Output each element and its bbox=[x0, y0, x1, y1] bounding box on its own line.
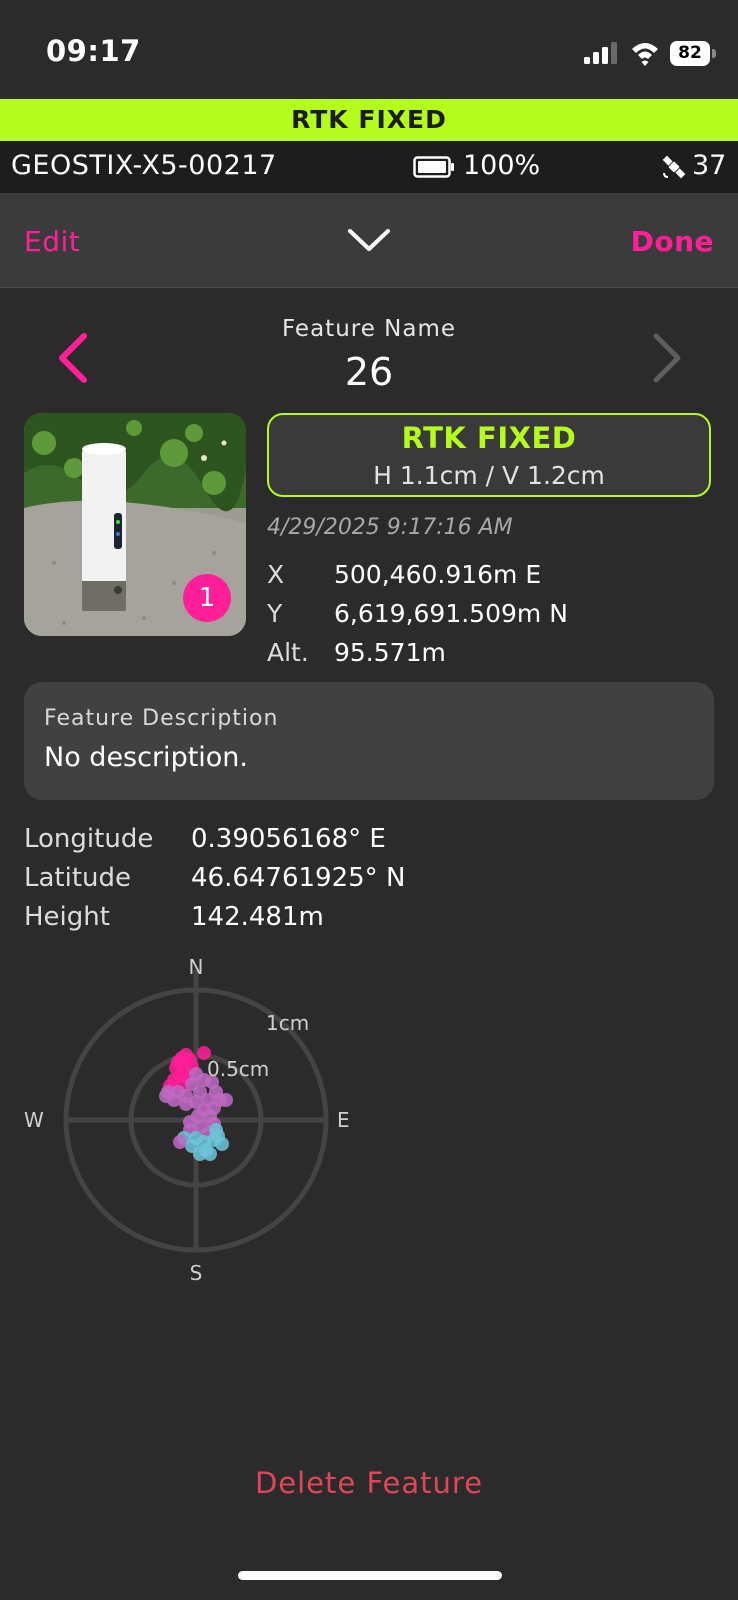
coord-y-label: Y bbox=[267, 599, 283, 628]
chevron-down-icon[interactable] bbox=[346, 223, 392, 257]
height-label: Height bbox=[24, 902, 110, 932]
home-indicator[interactable] bbox=[238, 1571, 502, 1580]
inner-ring-label: 0.5cm bbox=[207, 1057, 269, 1081]
delete-feature-button[interactable]: Delete Feature bbox=[0, 1466, 738, 1500]
status-time: 09:17 bbox=[46, 34, 141, 68]
feature-description-box[interactable]: Feature Description No description. bbox=[24, 682, 714, 800]
next-feature-chevron-icon[interactable] bbox=[648, 330, 688, 386]
fix-status-banner: RTK FIXED bbox=[0, 99, 738, 141]
accuracy-text: H 1.1cm / V 1.2cm bbox=[373, 461, 605, 490]
description-text: No description. bbox=[44, 742, 249, 773]
coord-alt-value: 95.571m bbox=[334, 638, 446, 667]
scatter-point bbox=[183, 1115, 197, 1129]
precision-scatter-plot: N S E W 1cm 0.5cm bbox=[24, 955, 350, 1285]
coord-alt-label: Alt. bbox=[267, 638, 309, 667]
coord-x-label: X bbox=[267, 560, 285, 589]
compass-west: W bbox=[24, 1108, 44, 1132]
fix-quality-box: RTK FIXED H 1.1cm / V 1.2cm bbox=[267, 413, 711, 497]
scatter-point bbox=[219, 1093, 233, 1107]
feature-name-label: Feature Name bbox=[281, 316, 457, 342]
satellite-icon bbox=[662, 155, 686, 179]
satellite-count: 37 bbox=[692, 150, 727, 181]
nav-bar: Edit Done bbox=[0, 193, 738, 288]
coord-x-value: 500,460.916m E bbox=[334, 560, 542, 589]
compass-south: S bbox=[190, 1261, 203, 1285]
longitude-value: 0.39056168° E bbox=[191, 824, 386, 854]
capture-timestamp: 4/29/2025 9:17:16 AM bbox=[267, 515, 513, 540]
fix-quality-label: RTK FIXED bbox=[401, 421, 577, 455]
scatter-point bbox=[161, 1085, 175, 1099]
device-bar: GEOSTIX-X5-00217 bbox=[0, 141, 738, 193]
edit-button[interactable]: Edit bbox=[24, 225, 80, 258]
scatter-point bbox=[211, 1129, 225, 1143]
photo-count-badge: 1 bbox=[183, 574, 231, 622]
scatter-point bbox=[193, 1147, 207, 1161]
wifi-icon bbox=[632, 43, 658, 66]
feature-name: 26 bbox=[344, 350, 394, 394]
latitude-label: Latitude bbox=[24, 863, 132, 893]
status-bar: 09:17 82 bbox=[0, 0, 738, 99]
device-battery-icon bbox=[413, 156, 454, 178]
scatter-point bbox=[179, 1097, 193, 1111]
phone-battery-level: 82 bbox=[678, 43, 702, 63]
done-button[interactable]: Done bbox=[631, 225, 714, 258]
phone-battery-icon: 82 bbox=[670, 41, 716, 66]
device-name: GEOSTIX-X5-00217 bbox=[11, 150, 277, 181]
device-battery-level: 100% bbox=[463, 150, 541, 181]
height-value: 142.481m bbox=[191, 902, 324, 932]
longitude-label: Longitude bbox=[24, 824, 154, 854]
outer-ring-label: 1cm bbox=[266, 1011, 309, 1035]
latitude-value: 46.64761925° N bbox=[191, 863, 406, 893]
compass-east: E bbox=[337, 1108, 350, 1132]
coord-y-value: 6,619,691.509m N bbox=[334, 599, 568, 628]
scatter-point bbox=[173, 1135, 187, 1149]
description-label: Feature Description bbox=[44, 706, 279, 731]
cellular-signal-icon bbox=[584, 42, 617, 64]
compass-north: N bbox=[189, 955, 204, 979]
